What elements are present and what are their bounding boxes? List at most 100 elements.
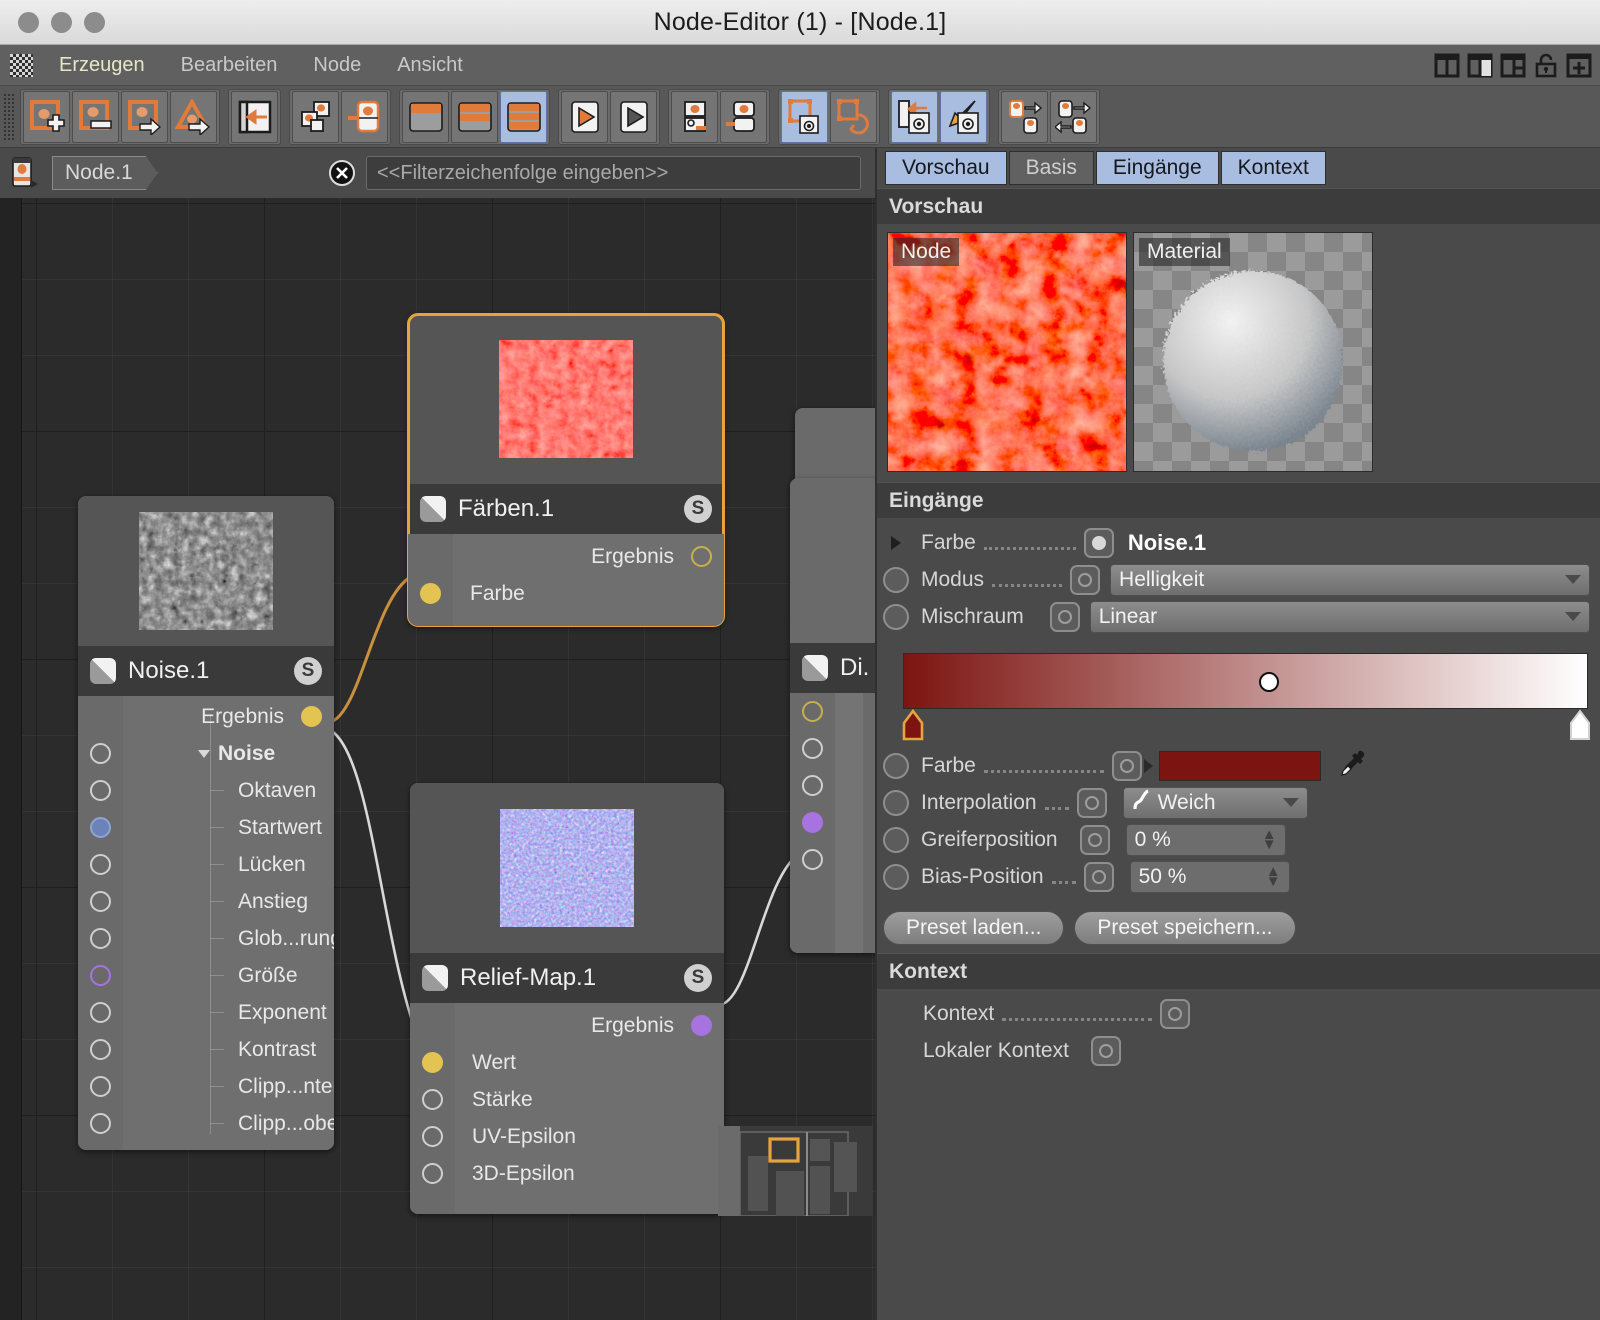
port-view-medium-icon[interactable]	[451, 91, 498, 143]
param-kontrast[interactable]: Kontrast	[78, 1031, 334, 1068]
node-graph-canvas[interactable]: GC Di.	[0, 198, 875, 1320]
port-staerke[interactable]	[422, 1089, 443, 1110]
port-noise-group[interactable]	[90, 743, 111, 764]
lock-open-icon[interactable]	[1533, 53, 1559, 78]
stepper-arrows-icon[interactable]: ▲▼	[1262, 830, 1277, 850]
menu-item-ansicht[interactable]: Ansicht	[379, 45, 481, 86]
play-solid-icon[interactable]	[561, 91, 608, 143]
add-panel-icon[interactable]	[1566, 53, 1592, 78]
frame-preview-icon[interactable]	[781, 91, 828, 143]
traffic-lights[interactable]	[18, 0, 105, 45]
port-wert[interactable]	[422, 1052, 443, 1073]
node-collapse-icon[interactable]	[720, 91, 767, 143]
port-ergebnis-out[interactable]	[691, 546, 712, 567]
port-input-4[interactable]	[802, 849, 823, 870]
layout-split-icon[interactable]	[1434, 53, 1460, 78]
row-farbe-color[interactable]: Farbe	[883, 747, 1590, 784]
param-exponent[interactable]: Exponent	[78, 994, 334, 1031]
port-anstieg[interactable]	[90, 891, 111, 912]
preview-material[interactable]: Material	[1133, 232, 1373, 472]
port-kontext[interactable]	[1160, 999, 1190, 1029]
layout-split-corner-icon[interactable]	[1500, 53, 1526, 78]
port-input-3[interactable]	[802, 812, 823, 833]
param-farbe[interactable]: Farbe	[408, 575, 724, 612]
node-noise-title-bar[interactable]: Noise.1 S	[78, 646, 334, 696]
chevron-right-icon[interactable]	[891, 536, 901, 550]
node-root-icon[interactable]	[6, 153, 42, 193]
port-greiferposition[interactable]	[1080, 825, 1110, 855]
row-kontext[interactable]: Kontext	[923, 995, 1590, 1032]
node-faerben-output-ergebnis[interactable]: Ergebnis	[408, 538, 724, 575]
node-solo-badge[interactable]: S	[684, 495, 712, 523]
port-mischraum[interactable]	[1050, 602, 1080, 632]
node-relief-map[interactable]: Relief-Map.1 S Ergebnis Wert Stärke UV-E…	[410, 783, 724, 1214]
add-node-right-icon[interactable]	[121, 91, 168, 143]
port-interpolation[interactable]	[1077, 788, 1107, 818]
node-relief-output-ergebnis[interactable]: Ergebnis	[410, 1007, 724, 1044]
port-3d-epsilon[interactable]	[422, 1163, 443, 1184]
minimize-button[interactable]	[51, 12, 72, 33]
port-clipping-unten[interactable]	[90, 1076, 111, 1097]
port-groesse[interactable]	[90, 965, 111, 986]
grip-icon[interactable]	[10, 54, 33, 77]
param-uv-epsilon[interactable]: UV-Epsilon	[410, 1118, 724, 1155]
tab-vorschau[interactable]: Vorschau	[885, 151, 1007, 185]
animate-toggle-mischraum[interactable]	[883, 604, 909, 630]
port-view-full-icon[interactable]	[500, 91, 547, 143]
pick-preview-icon[interactable]	[940, 91, 987, 143]
node-solo-badge[interactable]: S	[294, 657, 322, 685]
animate-toggle-modus[interactable]	[883, 567, 909, 593]
port-farbe-connected[interactable]	[1084, 528, 1114, 558]
node-expand-icon[interactable]	[671, 91, 718, 143]
toolbar-grip-icon[interactable]	[3, 93, 15, 141]
gradient-stop-end[interactable]	[1566, 709, 1594, 743]
add-node-icon[interactable]	[23, 91, 70, 143]
row-greiferposition[interactable]: Greiferposition 0 % ▲▼	[883, 821, 1590, 858]
mischraum-dropdown[interactable]: Linear	[1090, 601, 1590, 633]
node-noise[interactable]: Noise.1 S Ergebnis Noise Oktaven Startwe…	[78, 496, 334, 1150]
preview-node[interactable]: Node	[887, 232, 1127, 472]
port-globalverzerrung[interactable]	[90, 928, 111, 949]
menu-item-erzeugen[interactable]: Erzeugen	[41, 45, 163, 86]
pipette-icon[interactable]	[1337, 748, 1367, 784]
port-farbe-value[interactable]	[1112, 751, 1142, 781]
port-input-2[interactable]	[802, 775, 823, 796]
frame-loop-icon[interactable]	[830, 91, 877, 143]
align-left-preview-icon[interactable]	[891, 91, 938, 143]
animate-toggle-farbe[interactable]	[883, 753, 909, 779]
port-exponent[interactable]	[90, 1002, 111, 1023]
layout-split-right-icon[interactable]	[1467, 53, 1493, 78]
param-oktaven[interactable]: Oktaven	[78, 772, 334, 809]
animate-toggle-bias-position[interactable]	[883, 864, 909, 890]
node-noise-output-ergebnis[interactable]: Ergebnis	[78, 698, 334, 735]
group-nodes-icon[interactable]	[292, 91, 339, 143]
port-oktaven[interactable]	[90, 780, 111, 801]
stepper-arrows-icon[interactable]: ▲▼	[1266, 867, 1281, 887]
param-3d-epsilon[interactable]: 3D-Epsilon	[410, 1155, 724, 1192]
row-modus[interactable]: Modus Helligkeit	[883, 561, 1590, 598]
port-ergebnis-out[interactable]	[691, 1015, 712, 1036]
port-luecken[interactable]	[90, 854, 111, 875]
interpolation-dropdown[interactable]: Weich	[1123, 787, 1308, 819]
port-bias-position[interactable]	[1084, 862, 1114, 892]
animate-toggle-interpolation[interactable]	[883, 790, 909, 816]
port-startwert[interactable]	[90, 817, 111, 838]
menu-item-node[interactable]: Node	[295, 45, 379, 86]
play-outline-icon[interactable]	[610, 91, 657, 143]
port-modus[interactable]	[1070, 565, 1100, 595]
param-staerke[interactable]: Stärke	[410, 1081, 724, 1118]
row-bias-position[interactable]: Bias-Position 50 % ▲▼	[883, 858, 1590, 895]
menu-item-bearbeiten[interactable]: Bearbeiten	[163, 45, 296, 86]
node-di[interactable]: Di.	[790, 478, 875, 953]
node-faerben-title-bar[interactable]: Färben.1 S	[408, 484, 724, 534]
row-farbe-link[interactable]: Farbe Noise.1	[883, 524, 1590, 561]
param-clipping-unten[interactable]: Clipp...nten	[78, 1068, 334, 1105]
port-uv-epsilon[interactable]	[422, 1126, 443, 1147]
preset-laden-button[interactable]: Preset laden...	[883, 911, 1064, 945]
node-solo-badge[interactable]: S	[684, 964, 712, 992]
param-globalverzerrung[interactable]: Glob...rung	[78, 920, 334, 957]
move-node-right-icon[interactable]	[1001, 91, 1048, 143]
port-input-1[interactable]	[802, 738, 823, 759]
swap-nodes-icon[interactable]	[1050, 91, 1097, 143]
breadcrumb[interactable]: Node.1	[52, 156, 158, 190]
